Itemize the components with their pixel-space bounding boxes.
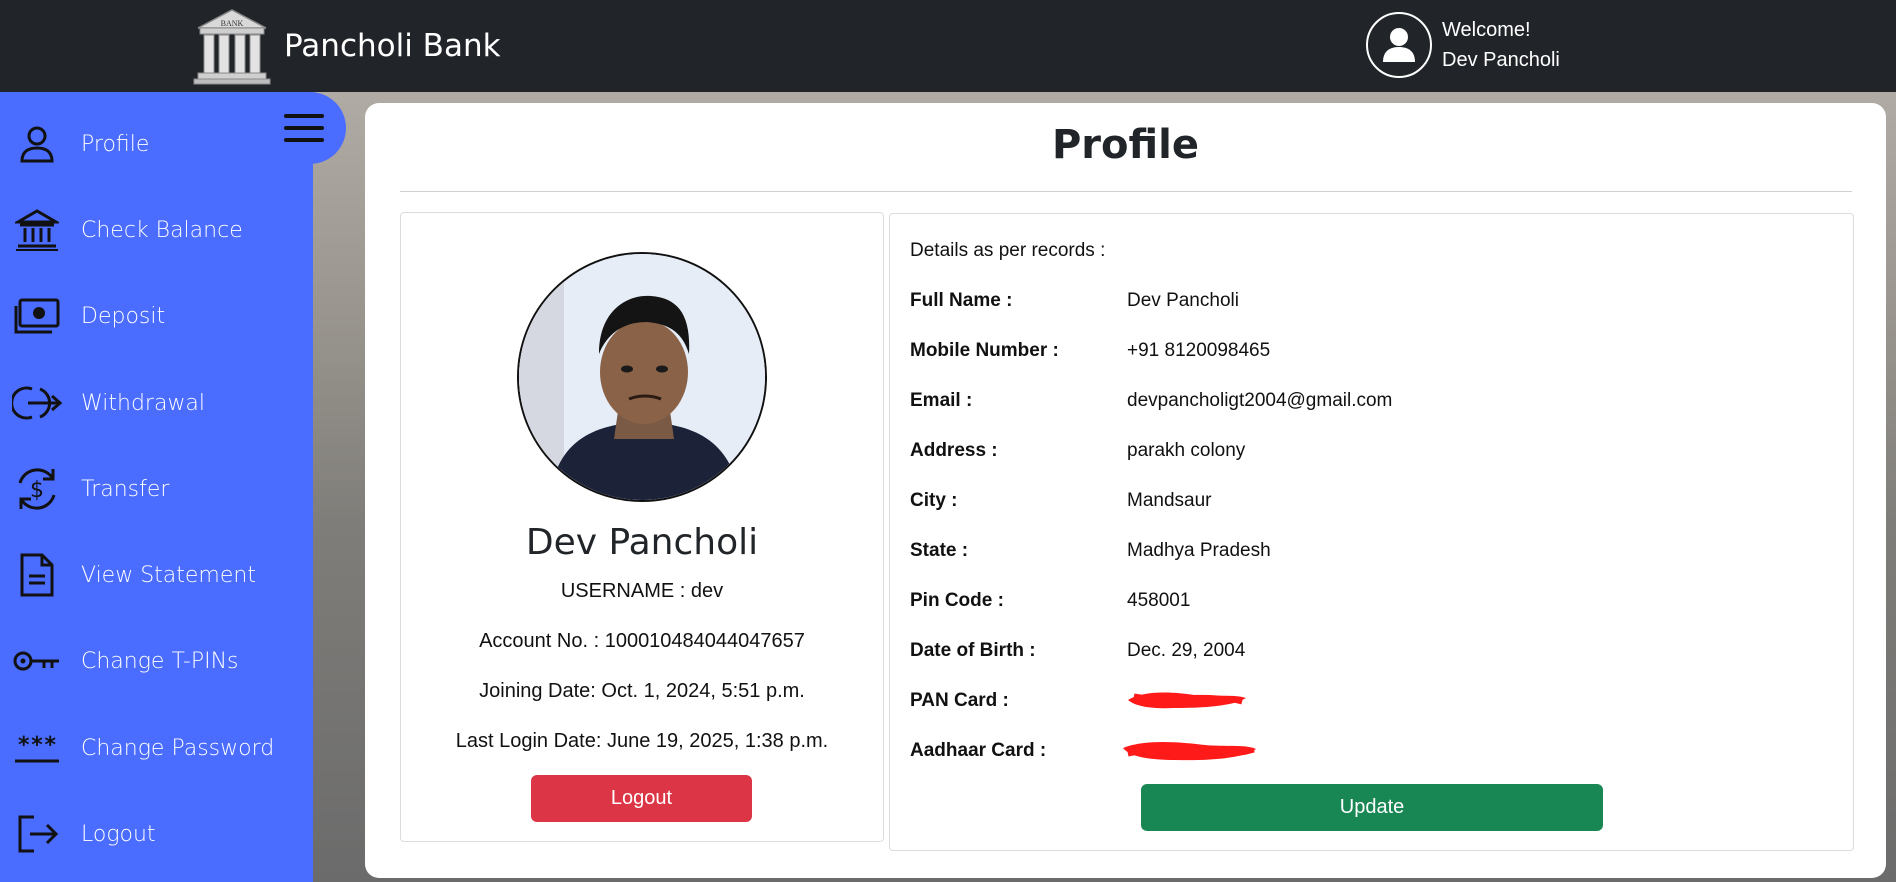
password-icon: ***	[12, 723, 62, 773]
transfer-icon: $	[12, 464, 62, 514]
email-label: Email :	[910, 390, 973, 411]
state-label: State :	[910, 540, 969, 561]
pan-card-redaction	[1128, 692, 1246, 709]
brand[interactable]: BANK Pancholi Bank	[190, 6, 501, 86]
key-icon	[12, 636, 62, 686]
sidebar-item-check-balance[interactable]: Check Balance	[0, 200, 313, 260]
sidebar-item-label: View Statement	[81, 562, 256, 588]
logout-button[interactable]: Logout	[531, 775, 752, 822]
aadhaar-card-redaction	[1123, 742, 1256, 761]
address-label: Address :	[910, 440, 998, 461]
update-button[interactable]: Update	[1141, 784, 1603, 831]
welcome-greeting: Welcome!	[1442, 19, 1531, 41]
address-value: parakh colony	[1127, 440, 1246, 461]
sidebar-item-label: Change Password	[81, 735, 275, 761]
logout-icon	[12, 809, 62, 859]
sidebar-item-label: Transfer	[81, 476, 170, 502]
sidebar-item-label: Logout	[81, 821, 156, 847]
sidebar-item-deposit[interactable]: Deposit	[0, 286, 313, 346]
welcome-username: Dev Pancholi	[1442, 49, 1560, 71]
sidebar-item-withdrawal[interactable]: Withdrawal	[0, 373, 313, 433]
sidebar-item-label: Check Balance	[81, 217, 243, 243]
profile-photo	[517, 252, 767, 502]
svg-text:***: ***	[17, 733, 57, 758]
withdraw-icon	[12, 378, 62, 428]
bank-icon	[12, 205, 62, 255]
city-label: City :	[910, 490, 958, 511]
state-value: Madhya Pradesh	[1127, 540, 1271, 561]
city-value: Mandsaur	[1127, 490, 1212, 511]
welcome-text: Welcome! Dev Pancholi	[1442, 15, 1560, 75]
last-login-text: Last Login Date: June 19, 2025, 1:38 p.m…	[455, 730, 829, 752]
mobile-number-label: Mobile Number :	[910, 340, 1059, 361]
full-name-label: Full Name :	[910, 290, 1013, 311]
sidebar-item-label: Change T-PINs	[81, 648, 239, 674]
sidebar-item-profile[interactable]: Profile	[0, 114, 313, 174]
page-title: Profile	[1051, 122, 1199, 168]
document-icon	[12, 550, 62, 600]
sidebar-item-label: Deposit	[81, 303, 166, 329]
pin-code-label: Pin Code :	[910, 590, 1004, 611]
sidebar-item-change-password[interactable]: *** Change Password	[0, 718, 313, 778]
svg-text:$: $	[30, 478, 44, 503]
title-divider	[400, 191, 1852, 192]
date-of-birth-value: Dec. 29, 2004	[1127, 640, 1246, 661]
user-welcome[interactable]: Welcome! Dev Pancholi	[1366, 12, 1560, 78]
username-text: USERNAME : dev	[560, 580, 724, 602]
bank-logo-icon: BANK	[193, 9, 271, 85]
sidebar-item-view-statement[interactable]: View Statement	[0, 545, 313, 605]
sidebar-item-label: Profile	[81, 131, 150, 157]
brand-name: Pancholi Bank	[284, 28, 501, 64]
top-navbar: BANK Pancholi Bank Welcome! Dev Pancholi	[0, 0, 1896, 92]
mobile-number-value: +91 8120098465	[1127, 340, 1271, 361]
sidebar-item-label: Withdrawal	[81, 390, 206, 416]
sidebar-item-transfer[interactable]: $ Transfer	[0, 459, 313, 519]
avatar[interactable]	[1366, 12, 1432, 78]
svg-text:BANK: BANK	[221, 19, 244, 28]
pan-card-label: PAN Card :	[910, 690, 1009, 711]
email-value: devpancholigt2004@gmail.com	[1127, 390, 1393, 411]
account-number-text: Account No. : 100010484044047657	[479, 630, 805, 652]
cash-icon	[12, 291, 62, 341]
sidebar-item-change-tpins[interactable]: Change T-PINs	[0, 631, 313, 691]
date-of-birth-label: Date of Birth :	[910, 640, 1036, 661]
full-name-value: Dev Pancholi	[1127, 290, 1239, 311]
person-icon	[12, 119, 62, 169]
details-heading: Details as per records :	[910, 240, 1106, 261]
sidebar-item-logout[interactable]: Logout	[0, 804, 313, 864]
user-icon	[1383, 28, 1415, 62]
pin-code-value: 458001	[1127, 590, 1191, 611]
joining-date-text: Joining Date: Oct. 1, 2024, 5:51 p.m.	[479, 680, 805, 702]
profile-name: Dev Pancholi	[525, 522, 759, 563]
aadhaar-card-label: Aadhaar Card :	[910, 740, 1047, 761]
profile-photo-image	[519, 254, 765, 500]
